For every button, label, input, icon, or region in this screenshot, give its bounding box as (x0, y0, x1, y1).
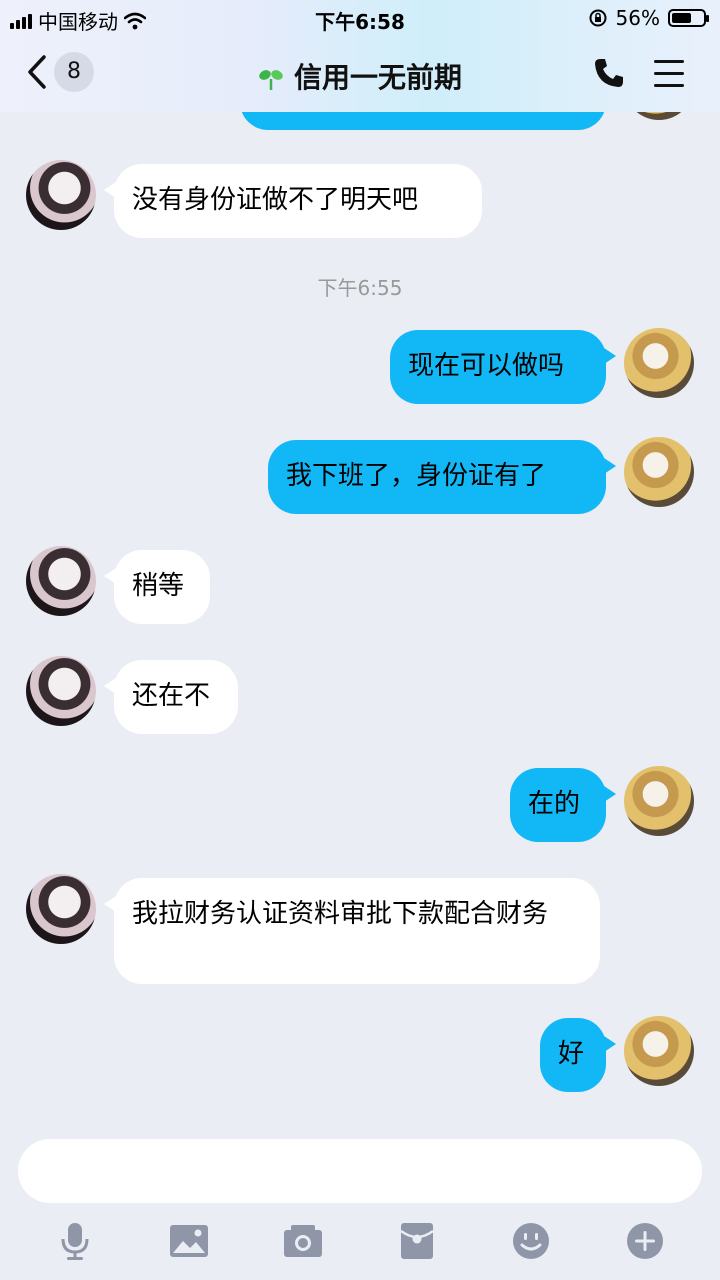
chat-title-text: 信用一无前期 (293, 61, 462, 94)
contact-avatar[interactable] (26, 160, 96, 230)
status-bar: 中国移动 下午6:58 56% (0, 0, 720, 36)
camera-icon (284, 1225, 322, 1257)
contact-avatar[interactable] (26, 874, 96, 944)
image-icon (170, 1225, 208, 1257)
my-avatar[interactable] (624, 437, 694, 507)
menu-icon[interactable] (654, 60, 684, 96)
plus-icon (627, 1223, 663, 1259)
message-bubble[interactable]: 稍等 (104, 550, 210, 624)
battery-icon (668, 9, 709, 27)
voice-button[interactable] (53, 1219, 97, 1263)
emoji-icon (513, 1223, 549, 1259)
my-avatar[interactable] (624, 766, 694, 836)
my-avatar[interactable] (624, 1016, 694, 1086)
camera-button[interactable] (281, 1219, 325, 1263)
message-bubble[interactable]: 没有身份证做不了明天吧 (104, 164, 482, 238)
microphone-icon (61, 1223, 89, 1260)
message-input[interactable] (18, 1139, 702, 1203)
chat-area[interactable]: 没有身份证做不了明天吧 下午6:55 现在可以做吗 我下班了，身份证有了 稍等 … (0, 0, 720, 1125)
message-bubble[interactable]: 在的 (510, 768, 616, 842)
phone-icon[interactable] (592, 56, 626, 90)
input-toolbar (0, 1219, 720, 1263)
message-bubble[interactable]: 还在不 (104, 660, 238, 734)
message-bubble[interactable]: 好 (540, 1018, 616, 1092)
red-packet-button[interactable] (395, 1219, 439, 1263)
message-bubble[interactable]: 我下班了，身份证有了 (268, 440, 616, 514)
message-timestamp: 下午6:55 (317, 276, 403, 300)
image-button[interactable] (167, 1219, 211, 1263)
message-bubble[interactable]: 现在可以做吗 (390, 330, 616, 404)
rotation-lock-icon (589, 9, 607, 27)
sprout-icon (259, 70, 283, 90)
contact-avatar[interactable] (26, 546, 96, 616)
emoji-button[interactable] (509, 1219, 553, 1263)
chat-header: 8 信用一无前期 (0, 42, 720, 108)
plus-button[interactable] (623, 1219, 667, 1263)
red-packet-icon (400, 1223, 434, 1259)
contact-avatar[interactable] (26, 656, 96, 726)
message-bubble[interactable]: 我拉财务认证资料审批下款配合财务 (104, 878, 600, 984)
battery-percent: 56% (615, 6, 660, 30)
my-avatar[interactable] (624, 328, 694, 398)
input-bar (0, 1125, 720, 1280)
top-bar: 中国移动 下午6:58 56% 8 信用一无前期 (0, 0, 720, 112)
